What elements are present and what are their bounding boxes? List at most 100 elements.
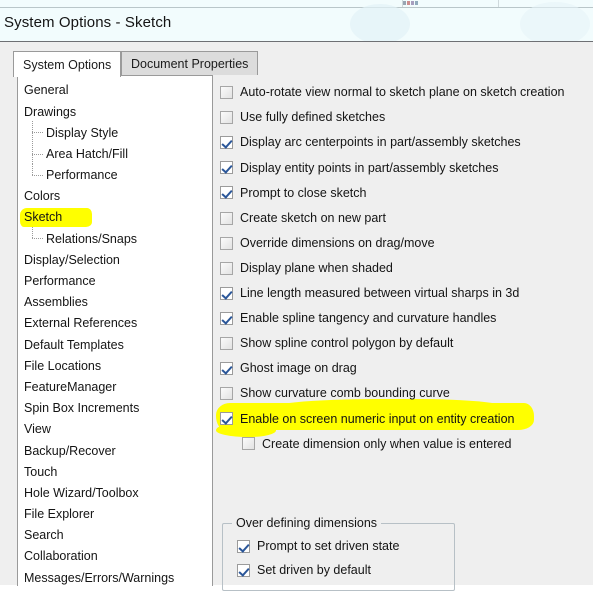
sidebar-item-featuremanager[interactable]: FeatureManager (18, 377, 212, 398)
sidebar-item-label: Default Templates (24, 337, 124, 352)
sidebar-item-area-hatch-fill[interactable]: Area Hatch/Fill (18, 142, 212, 165)
group-option-row[interactable]: Prompt to set driven state (237, 534, 454, 558)
sidebar-item-label: Performance (24, 274, 96, 289)
dialog-title-bar: System Options - Sketch (0, 2, 593, 46)
sidebar-item-touch[interactable]: Touch (18, 461, 212, 482)
dialog-body: System Options Document Properties Gener… (0, 41, 593, 591)
sidebar-item-messages-errors-warnings[interactable]: Messages/Errors/Warnings (18, 567, 212, 586)
option-row[interactable]: Display entity points in part/assembly s… (220, 155, 588, 180)
checkbox-checked-icon[interactable] (220, 186, 233, 200)
sidebar-item-file-locations[interactable]: File Locations (18, 355, 212, 376)
sidebar-item-colors[interactable]: Colors (18, 186, 212, 207)
option-label: Line length measured between virtual sha… (240, 286, 520, 301)
checkbox-checked-icon[interactable] (220, 311, 233, 325)
option-label: Auto-rotate view normal to sketch plane … (240, 85, 565, 100)
sidebar-item-general[interactable]: General (18, 80, 212, 101)
sidebar-item-label: Drawings (24, 104, 77, 119)
sidebar-item-sketch[interactable]: Sketch (18, 207, 212, 228)
sidebar-item-label: Display/Selection (24, 252, 120, 267)
tab-system-options-label: System Options (23, 57, 112, 72)
option-row[interactable]: Ghost image on drag (220, 356, 588, 381)
option-row[interactable]: Prompt to close sketch (220, 180, 588, 205)
sidebar-item-label: Messages/Errors/Warnings (24, 570, 175, 585)
checkbox-checked-icon[interactable] (237, 539, 250, 553)
sidebar-item-display-style[interactable]: Display Style (18, 121, 212, 144)
sidebar-item-display-selection[interactable]: Display/Selection (18, 250, 212, 271)
sidebar-item-performance[interactable]: Performance (18, 271, 212, 292)
option-label: Ghost image on drag (240, 361, 357, 376)
sidebar-item-assemblies[interactable]: Assemblies (18, 292, 212, 313)
option-label: Create dimension only when value is ente… (262, 436, 512, 451)
sidebar-item-performance[interactable]: Performance (18, 163, 212, 186)
sidebar-item-label: Assemblies (24, 295, 88, 310)
option-row[interactable]: Enable spline tangency and curvature han… (220, 306, 588, 331)
title-glow-right (520, 2, 590, 46)
sidebar-item-search[interactable]: Search (18, 525, 212, 546)
sidebar-item-label: Area Hatch/Fill (46, 146, 128, 161)
over-defining-dimensions-group: Over defining dimensions Prompt to set d… (222, 516, 455, 591)
category-list[interactable]: General Drawings Display Style Area Hatch/F… (17, 75, 213, 586)
sidebar-item-label: Backup/Recover (24, 443, 116, 458)
checkbox-unchecked-icon[interactable] (242, 437, 255, 451)
tree-branch-icon (24, 163, 46, 186)
option-label: Override dimensions on drag/move (240, 235, 435, 250)
checkbox-unchecked-icon[interactable] (220, 336, 233, 350)
option-row[interactable]: Show spline control polygon by default (220, 331, 588, 356)
sidebar-item-hole-wizard-toolbox[interactable]: Hole Wizard/Toolbox (18, 483, 212, 504)
tab-document-properties[interactable]: Document Properties (121, 51, 259, 75)
option-row[interactable]: Display plane when shaded (220, 256, 588, 281)
sidebar-item-label: Hole Wizard/Toolbox (24, 485, 139, 500)
sidebar-item-relations-snaps[interactable]: Relations/Snaps (18, 227, 212, 249)
sidebar-item-drawings[interactable]: Drawings (18, 101, 212, 122)
option-row[interactable]: Create sketch on new part (220, 205, 588, 230)
option-row[interactable]: Auto-rotate view normal to sketch plane … (220, 80, 588, 105)
tab-system-options[interactable]: System Options (13, 51, 122, 77)
option-label: Prompt to close sketch (240, 185, 367, 200)
checkbox-unchecked-icon[interactable] (220, 86, 233, 100)
group-option-rows: Prompt to set driven state Set driven by … (223, 534, 454, 582)
group-title: Over defining dimensions (232, 516, 382, 530)
option-row[interactable]: Create dimension only when value is ente… (216, 423, 588, 456)
option-label: Enable spline tangency and curvature han… (240, 311, 497, 326)
checkbox-checked-icon[interactable] (220, 136, 233, 150)
option-row[interactable]: Display arc centerpoints in part/assembl… (220, 130, 588, 155)
chrome-seam-left (402, 0, 403, 7)
sidebar-item-file-explorer[interactable]: File Explorer (18, 504, 212, 525)
group-option-label: Prompt to set driven state (257, 538, 400, 553)
sidebar-item-backup-recover[interactable]: Backup/Recover (18, 440, 212, 461)
sidebar-item-label: Search (24, 528, 64, 543)
chrome-seam-right (498, 0, 499, 7)
tree-branch-icon (24, 121, 46, 144)
checkbox-checked-icon[interactable] (220, 362, 233, 376)
dialog-title: System Options - Sketch (4, 14, 172, 31)
sidebar-item-label: Collaboration (24, 549, 98, 564)
option-label: Create sketch on new part (240, 210, 386, 225)
sidebar-item-view[interactable]: View (18, 419, 212, 440)
sidebar-item-external-references[interactable]: External References (18, 313, 212, 334)
sidebar-item-default-templates[interactable]: Default Templates (18, 334, 212, 355)
sidebar-item-label: Spin Box Increments (24, 401, 140, 416)
sidebar-item-label: Colors (24, 189, 61, 204)
sidebar-item-collaboration[interactable]: Collaboration (18, 546, 212, 567)
option-label: Show spline control polygon by default (240, 336, 454, 351)
sidebar-item-spin-box-increments[interactable]: Spin Box Increments (18, 398, 212, 419)
checkbox-checked-icon[interactable] (220, 286, 233, 300)
sidebar-item-label: External References (24, 316, 138, 331)
checkbox-checked-icon[interactable] (220, 412, 233, 426)
sidebar-item-label: General (24, 83, 69, 98)
checkbox-unchecked-icon[interactable] (220, 211, 233, 225)
option-label: Enable on screen numeric input on entity… (240, 411, 515, 426)
option-row[interactable]: Override dimensions on drag/move (220, 231, 588, 256)
sidebar-item-label: Relations/Snaps (46, 231, 138, 246)
group-option-row[interactable]: Set driven by default (237, 558, 454, 582)
checkbox-checked-icon[interactable] (220, 161, 233, 175)
title-glow-left (350, 4, 410, 44)
tree-branch-icon (24, 142, 46, 165)
checkbox-unchecked-icon[interactable] (220, 261, 233, 275)
option-row[interactable]: Line length measured between virtual sha… (220, 281, 588, 306)
checkbox-unchecked-icon[interactable] (220, 387, 233, 401)
checkbox-checked-icon[interactable] (237, 563, 250, 577)
checkbox-unchecked-icon[interactable] (220, 111, 233, 125)
checkbox-unchecked-icon[interactable] (220, 236, 233, 250)
option-row[interactable]: Use fully defined sketches (220, 105, 588, 130)
